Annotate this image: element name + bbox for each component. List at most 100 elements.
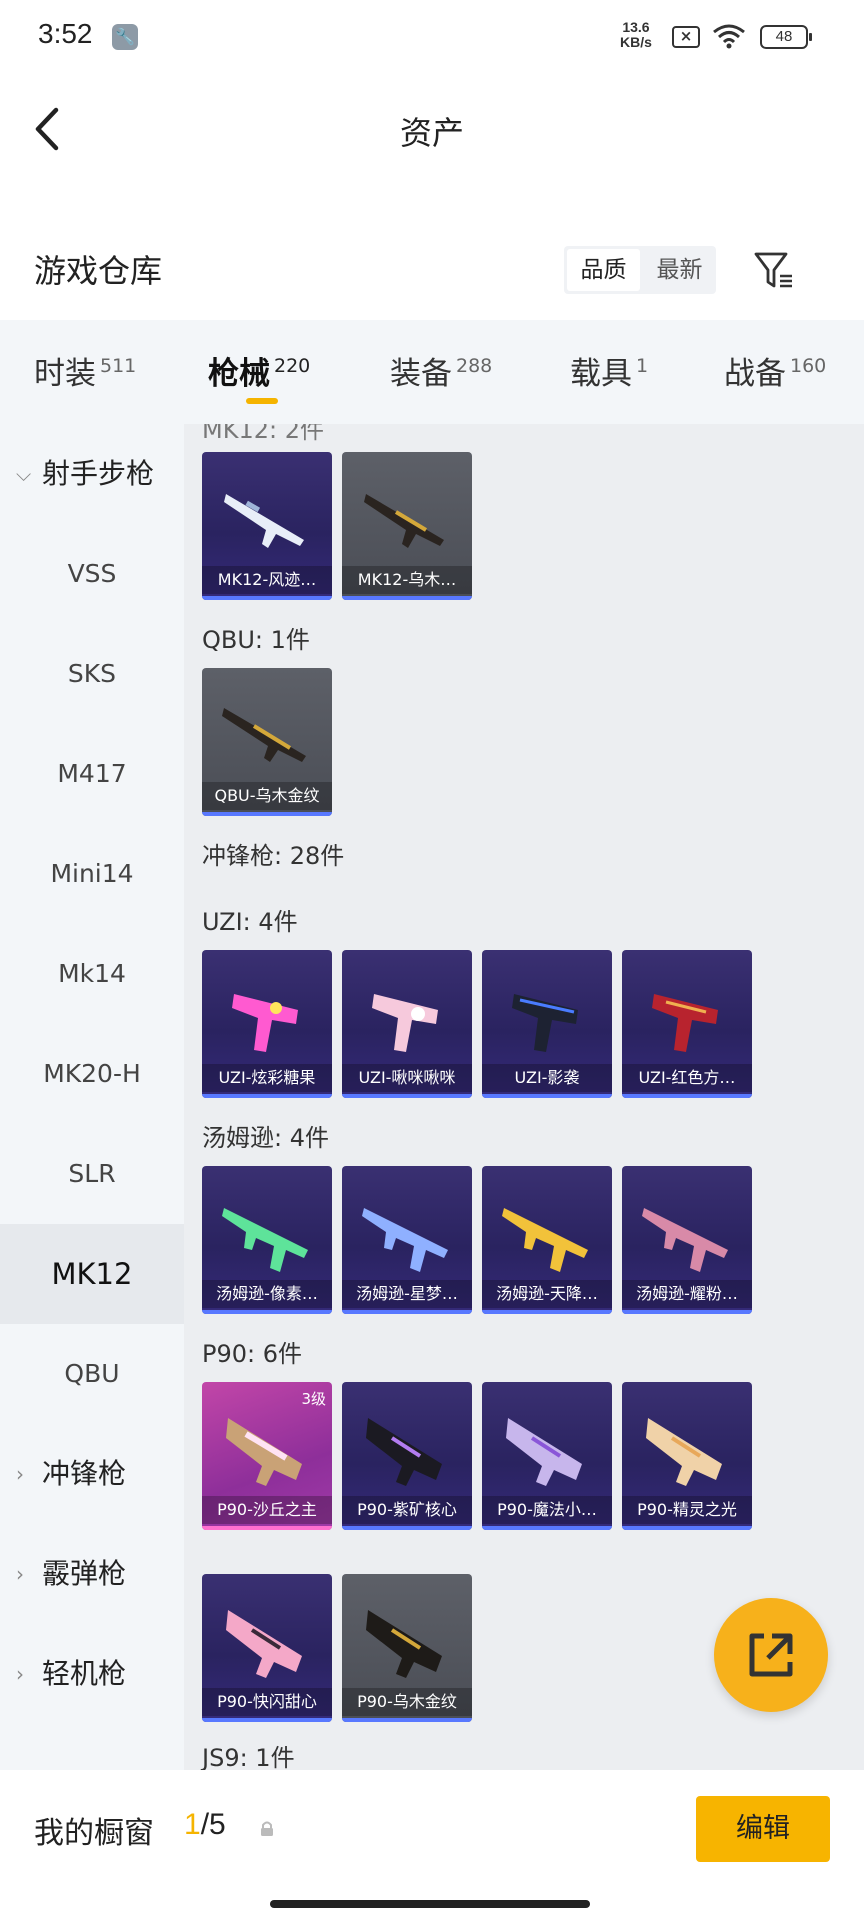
- external-link-icon: [749, 1633, 793, 1677]
- network-speed-unit: KB/s: [620, 34, 652, 50]
- item-card[interactable]: P90-乌木金纹: [342, 1574, 472, 1722]
- tommy-gun-icon: [642, 1208, 728, 1272]
- item-card[interactable]: 汤姆逊-星梦…: [342, 1166, 472, 1314]
- status-bar: 3:52 🔧 13.6 KB/s × 48: [0, 0, 864, 76]
- item-card[interactable]: MK12-风迹…: [202, 452, 332, 600]
- no-sim-icon: ×: [672, 26, 700, 48]
- item-name: QBU-乌木金纹: [202, 782, 332, 810]
- item-name: MK12-风迹…: [202, 566, 332, 594]
- network-speed-value: 13.6: [622, 19, 650, 35]
- smg-icon: [652, 994, 718, 1052]
- smg-icon: [372, 994, 438, 1052]
- tab-count: 288: [456, 355, 493, 377]
- rifle-icon: [222, 708, 306, 762]
- item-name: UZI-红色方…: [622, 1064, 752, 1092]
- tommy-gun-icon: [222, 1208, 308, 1272]
- item-card[interactable]: 3级 P90-沙丘之主: [202, 1382, 332, 1530]
- showcase-total: /5: [200, 1808, 226, 1841]
- item-name: UZI-炫彩糖果: [202, 1064, 332, 1092]
- smg-icon: [512, 994, 578, 1052]
- sidebar-item-qbu[interactable]: QBU: [0, 1324, 184, 1424]
- item-name: 汤姆逊-天降…: [482, 1280, 612, 1308]
- sidebar-item-m417[interactable]: M417: [0, 724, 184, 824]
- rifle-icon: [224, 494, 304, 548]
- smg-icon: [232, 994, 298, 1052]
- group-label-uzi: UZI: 4件: [202, 908, 298, 936]
- status-time: 3:52: [38, 18, 93, 49]
- p90-icon: [646, 1418, 722, 1486]
- network-speed: 13.6 KB/s: [620, 20, 652, 50]
- showcase-count: 1/5: [184, 1808, 226, 1842]
- p90-icon: [226, 1418, 302, 1486]
- item-name: P90-乌木金纹: [342, 1688, 472, 1716]
- active-tab-indicator: [246, 398, 278, 404]
- sidebar-item-slr[interactable]: SLR: [0, 1124, 184, 1224]
- home-indicator[interactable]: [270, 1900, 590, 1908]
- group-label-tommy: 汤姆逊: 4件: [202, 1124, 329, 1152]
- tab-count: 160: [790, 355, 827, 377]
- item-card[interactable]: UZI-啾咪啾咪: [342, 950, 472, 1098]
- item-card[interactable]: P90-精灵之光: [622, 1382, 752, 1530]
- tab-count: 220: [274, 355, 311, 377]
- tab-equipment[interactable]: 装备 288: [390, 348, 492, 393]
- tab-vehicles[interactable]: 载具 1: [570, 348, 648, 393]
- share-fab-button[interactable]: [714, 1598, 828, 1712]
- sort-quality-button[interactable]: 品质: [567, 249, 640, 291]
- sidebar-group-shotgun[interactable]: › 霰弹枪: [0, 1524, 184, 1624]
- tab-count: 511: [100, 355, 137, 377]
- item-name: 汤姆逊-像素…: [202, 1280, 332, 1308]
- sidebar-item-mk20h[interactable]: MK20-H: [0, 1024, 184, 1124]
- item-card[interactable]: 汤姆逊-像素…: [202, 1166, 332, 1314]
- item-card[interactable]: P90-魔法小…: [482, 1382, 612, 1530]
- p90-icon: [366, 1418, 442, 1486]
- battery-icon: 48: [760, 25, 812, 49]
- item-name: P90-沙丘之主: [202, 1496, 332, 1524]
- tab-label: 时装: [34, 356, 96, 392]
- showcase-current: 1: [184, 1808, 201, 1841]
- sidebar-group-marksman-rifle[interactable]: ⌵ 射手步枪: [0, 424, 184, 524]
- chevron-down-icon: ⌵: [16, 462, 32, 486]
- p90-icon: [366, 1610, 442, 1678]
- tab-fashion[interactable]: 时装 511: [34, 348, 136, 393]
- sidebar-item-mk12[interactable]: MK12: [0, 1224, 184, 1324]
- item-card[interactable]: MK12-乌木…: [342, 452, 472, 600]
- item-card[interactable]: 汤姆逊-天降…: [482, 1166, 612, 1314]
- item-card[interactable]: UZI-影袭: [482, 950, 612, 1098]
- tommy-gun-icon: [362, 1208, 448, 1272]
- chevron-right-icon: ›: [16, 1462, 24, 1486]
- item-name: P90-紫矿核心: [342, 1496, 472, 1524]
- item-name: UZI-影袭: [482, 1064, 612, 1092]
- tab-firearms[interactable]: 枪械 220: [208, 348, 310, 393]
- sidebar-item-mini14[interactable]: Mini14: [0, 824, 184, 924]
- chevron-right-icon: ›: [16, 1562, 24, 1586]
- tab-label: 枪械: [208, 356, 270, 392]
- page-title: 资产: [399, 114, 464, 152]
- sidebar-item-sks[interactable]: SKS: [0, 624, 184, 724]
- item-card[interactable]: 汤姆逊-耀粉…: [622, 1166, 752, 1314]
- item-card[interactable]: P90-快闪甜心: [202, 1574, 332, 1722]
- edit-button[interactable]: 编辑: [696, 1796, 830, 1862]
- sidebar-group-smg[interactable]: › 冲锋枪: [0, 1424, 184, 1524]
- bottom-bar: 我的橱窗 1/5 编辑: [0, 1770, 864, 1920]
- sidebar-group-lmg[interactable]: › 轻机枪: [0, 1624, 184, 1724]
- p90-icon: [226, 1610, 302, 1678]
- item-card[interactable]: QBU-乌木金纹: [202, 668, 332, 816]
- sort-newest-button[interactable]: 最新: [643, 246, 716, 294]
- group-label-p90: P90: 6件: [202, 1340, 302, 1368]
- item-card[interactable]: UZI-红色方…: [622, 950, 752, 1098]
- warehouse-title: 游戏仓库: [34, 252, 163, 290]
- item-card[interactable]: UZI-炫彩糖果: [202, 950, 332, 1098]
- sidebar-item-label: 轻机枪: [42, 1657, 127, 1690]
- category-tabs: 时装 511 枪械 220 装备 288 载具 1 战备 160: [0, 320, 864, 424]
- tab-battle-supplies[interactable]: 战备 160: [724, 348, 826, 393]
- sidebar-item-vss[interactable]: VSS: [0, 524, 184, 624]
- tab-label: 载具: [570, 356, 632, 392]
- sidebar-item-mk14[interactable]: Mk14: [0, 924, 184, 1024]
- item-card[interactable]: P90-紫矿核心: [342, 1382, 472, 1530]
- item-name: P90-精灵之光: [622, 1496, 752, 1524]
- filter-icon[interactable]: [752, 248, 796, 292]
- group-label-smg: 冲锋枪: 28件: [202, 842, 345, 870]
- tab-label: 装备: [390, 356, 452, 392]
- item-name: P90-魔法小…: [482, 1496, 612, 1524]
- wrench-icon: 🔧: [112, 24, 138, 50]
